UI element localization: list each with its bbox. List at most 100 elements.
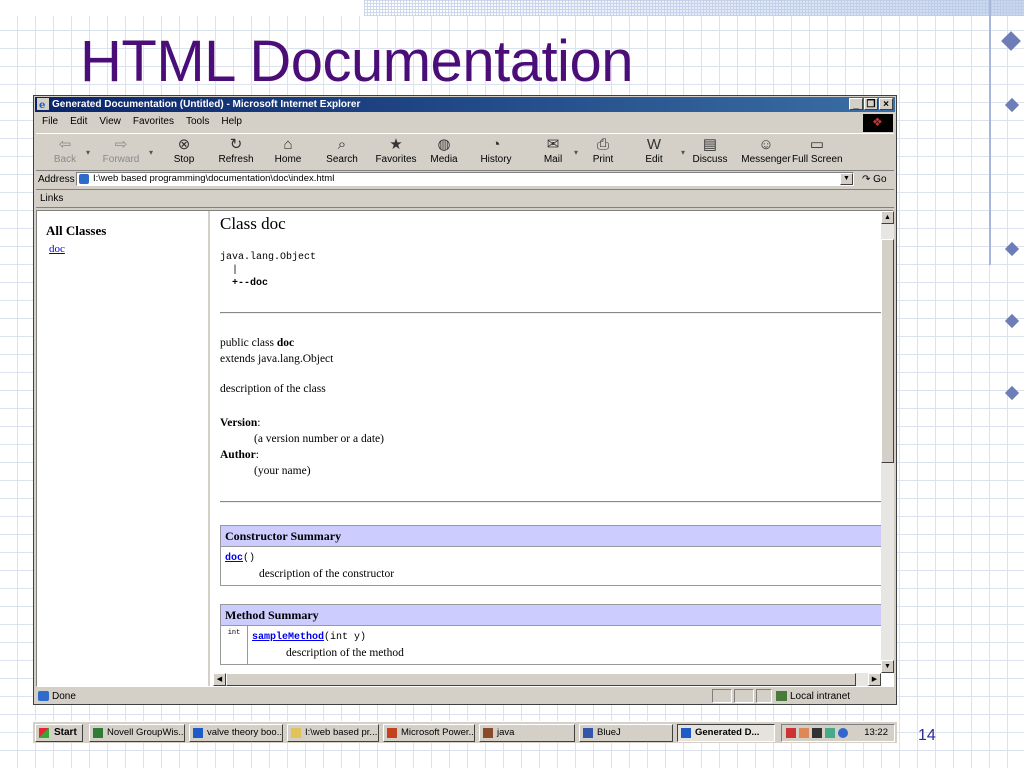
scroll-right-button[interactable]: ▶: [868, 673, 881, 686]
toolbar-label: Full Screen: [792, 154, 843, 165]
horizontal-scrollbar[interactable]: ◀ ▶: [213, 673, 881, 686]
menu-item-tools[interactable]: Tools: [180, 114, 215, 130]
taskbar-button[interactable]: Novell GroupWis...: [89, 724, 185, 742]
taskbar-button-label: valve theory boo...: [207, 727, 283, 738]
app-icon: [387, 728, 397, 738]
edit-icon: W: [646, 136, 662, 153]
method-summary-table: Method Summary int sampleMethod(int y) d…: [220, 604, 881, 665]
tray-icon[interactable]: [812, 728, 822, 738]
decor-diamond: [1001, 31, 1021, 51]
window-titlebar[interactable]: e Generated Documentation (Untitled) - M…: [35, 97, 895, 112]
tray-icon[interactable]: [838, 728, 848, 738]
discuss-button[interactable]: ▤ Discuss: [690, 134, 730, 168]
constructor-params: (): [243, 553, 256, 564]
messenger-button[interactable]: ☺ Messenger: [740, 134, 792, 168]
edit-button[interactable]: W Edit: [634, 134, 674, 168]
divider: [220, 312, 881, 314]
menu-item-file[interactable]: File: [36, 114, 64, 130]
full-screen-button[interactable]: ▭ Full Screen: [792, 134, 843, 168]
taskbar-button[interactable]: I:\web based pr...: [287, 724, 379, 742]
media-button[interactable]: ◍ Media: [426, 134, 462, 168]
search-button[interactable]: ⌕ Search: [321, 134, 363, 168]
tray-icon[interactable]: [799, 728, 809, 738]
taskbar-button[interactable]: Microsoft Power...: [383, 724, 475, 742]
close-button[interactable]: ×: [879, 98, 893, 110]
page-content: All Classes doc Class doc java.lang.Obje…: [36, 210, 894, 687]
links-bar[interactable]: Links: [36, 191, 894, 208]
links-label: Links: [40, 193, 64, 204]
back-dropdown-arrow-icon[interactable]: ▾: [86, 148, 90, 157]
menu-item-favorites[interactable]: Favorites: [127, 114, 180, 130]
scroll-down-button[interactable]: ▼: [881, 660, 894, 673]
vertical-scroll-thumb[interactable]: [881, 239, 894, 463]
go-arrow-icon: ↷: [862, 174, 871, 185]
decor-diamond: [1004, 385, 1020, 401]
start-button[interactable]: Start: [35, 724, 83, 742]
start-label: Start: [54, 727, 77, 738]
address-value: I:\web based programming\documentation\d…: [93, 173, 335, 184]
table-row: doc() description of the constructor: [221, 547, 881, 585]
constructor-link-doc[interactable]: doc: [225, 553, 243, 564]
slide-title: HTML Documentation: [80, 29, 633, 94]
mail-button[interactable]: ✉ Mail: [533, 134, 573, 168]
refresh-button[interactable]: ↻ Refresh: [216, 134, 256, 168]
taskbar-button[interactable]: valve theory boo...: [189, 724, 283, 742]
taskbar-button[interactable]: BlueJ: [579, 724, 673, 742]
forward-arrow-icon: ⇨: [114, 136, 128, 153]
history-icon: ◔: [491, 136, 501, 153]
class-description: description of the class: [220, 383, 326, 395]
messenger-icon: ☺: [758, 136, 774, 153]
stop-icon: ⊗: [177, 136, 191, 153]
page-done-icon: [38, 691, 49, 701]
go-button[interactable]: ↷ Go: [862, 174, 887, 185]
app-icon: [291, 728, 301, 738]
scroll-up-button[interactable]: ▲: [881, 211, 894, 224]
taskbar-button-label: java: [497, 727, 515, 738]
history-button[interactable]: ◔ History: [476, 134, 516, 168]
menu-item-help[interactable]: Help: [215, 114, 248, 130]
status-text: Done: [52, 691, 76, 702]
decl-prefix: public class: [220, 337, 277, 349]
horizontal-scroll-thumb[interactable]: [226, 673, 856, 686]
local-intranet-icon: [776, 691, 787, 701]
toolbar-label: Search: [326, 154, 358, 165]
method-link-samplemethod[interactable]: sampleMethod: [252, 632, 324, 643]
tray-icon[interactable]: [786, 728, 796, 738]
forward-dropdown-arrow-icon[interactable]: ▾: [149, 148, 153, 157]
taskbar-button[interactable]: java: [479, 724, 575, 742]
back-button[interactable]: ⇦ Back: [44, 134, 86, 168]
stop-button[interactable]: ⊗ Stop: [166, 134, 202, 168]
status-pane: [734, 689, 754, 703]
taskbar-button[interactable]: Generated D...: [677, 724, 775, 742]
home-button[interactable]: ⌂ Home: [268, 134, 308, 168]
taskbar-button-label: BlueJ: [597, 727, 621, 738]
decor-diamond: [1004, 241, 1020, 257]
scroll-left-button[interactable]: ◀: [213, 673, 226, 686]
toolbar-label: Forward: [102, 154, 140, 165]
address-input[interactable]: I:\web based programming\documentation\d…: [76, 172, 854, 186]
class-link-doc[interactable]: doc: [49, 243, 65, 255]
hierarchy-line: |: [220, 265, 239, 276]
toolbar: ⇦ Back ⇨ Forward ⊗ Stop ↻ Refresh ⌂ Home ⌕ Search ★ F…: [36, 133, 894, 171]
favorites-button[interactable]: ★ Favorites: [373, 134, 419, 168]
print-button[interactable]: ⎙ Print: [584, 134, 622, 168]
toolbar-label: Back: [53, 154, 77, 165]
favorites-icon: ★: [389, 136, 403, 153]
windows-logo-icon: [863, 114, 893, 132]
forward-button[interactable]: ⇨ Forward: [94, 134, 148, 168]
vertical-scrollbar[interactable]: ▲ ▼: [881, 211, 894, 673]
system-tray: 13:22: [781, 724, 895, 742]
address-dropdown-button[interactable]: ▼: [840, 173, 853, 185]
toolbar-label: Stop: [173, 154, 195, 165]
tray-icon[interactable]: [825, 728, 835, 738]
menu-item-edit[interactable]: Edit: [64, 114, 93, 130]
menu-item-view[interactable]: View: [93, 114, 127, 130]
status-pane: [756, 689, 772, 703]
edit-dropdown-arrow-icon[interactable]: ▾: [681, 148, 685, 157]
restore-button[interactable]: ❐: [864, 98, 878, 110]
mail-dropdown-arrow-icon[interactable]: ▾: [574, 148, 578, 157]
ie-window: e Generated Documentation (Untitled) - M…: [33, 95, 897, 705]
minimize-button[interactable]: _: [849, 98, 863, 110]
home-icon: ⌂: [283, 136, 293, 153]
discuss-icon: ▤: [702, 136, 718, 153]
